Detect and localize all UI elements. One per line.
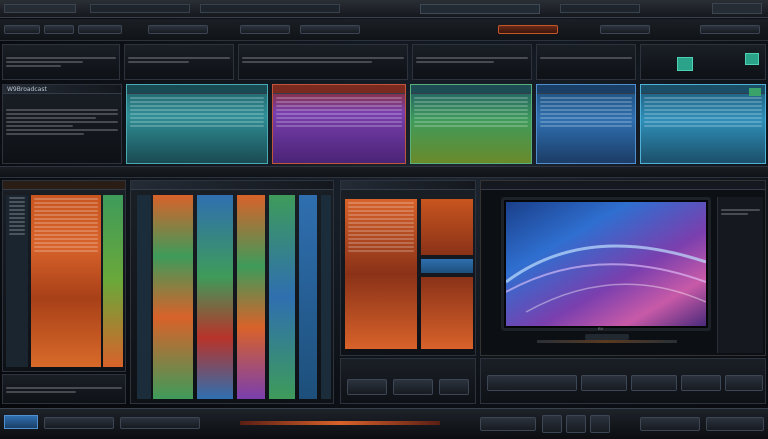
header-panel-6 [640,44,766,80]
screen-swoosh [506,244,706,313]
panel-title: W9Broadcast [3,85,121,94]
schedule-side-list [421,199,473,255]
panel-title [641,85,765,94]
center-mixer-panel [130,180,334,404]
status-indicator [745,53,759,65]
channel-strip[interactable] [137,195,151,399]
channel-strip[interactable] [269,195,295,399]
left-footer-panel [2,374,126,404]
bottom-toolbar [0,408,768,439]
transport-button[interactable] [487,375,577,391]
secondary-toolbar [0,19,768,41]
toolbar-button[interactable] [640,417,700,431]
channel-strip[interactable] [299,195,317,399]
channel-strip[interactable] [153,195,193,399]
transport-button[interactable] [681,375,721,391]
header-panel-5 [536,44,636,80]
preview-thumbnail [421,259,473,273]
transport-button[interactable] [347,379,387,395]
toolbar-button[interactable] [4,25,40,34]
data-panel-teal [126,84,268,164]
section-divider [0,166,768,178]
window-controls[interactable] [712,3,762,14]
schedule-panel [340,180,476,356]
panel-title [537,85,635,94]
transport-panel-2 [480,358,766,404]
toolbar-segment[interactable] [90,4,190,13]
schedule-side-list [421,277,473,349]
panel-title [411,85,531,94]
top-menu-bar [0,0,768,18]
transport-button[interactable] [725,375,763,391]
transport-button[interactable] [393,379,433,395]
toolbar-button[interactable] [240,25,290,34]
toolbar-button[interactable] [700,25,760,34]
toolbar-button[interactable] [480,417,536,431]
data-panel-green [410,84,532,164]
data-panel-purple [272,84,406,164]
data-panel-blue [536,84,636,164]
play-button[interactable] [542,415,562,433]
schedule-grid [345,199,417,349]
level-meter [103,195,123,367]
status-indicator [749,88,761,96]
toolbar-button[interactable] [300,25,360,34]
channel-strip[interactable] [197,195,233,399]
header-panel-4 [412,44,532,80]
monitor-bezel [501,197,711,331]
monitor-side-panel [717,197,763,353]
toolbar-button[interactable] [78,25,122,34]
toolbar-button[interactable] [148,25,208,34]
channel-list [6,195,28,367]
transport-button[interactable] [631,375,677,391]
header-panel-1 [2,44,120,80]
timeline-indicator[interactable] [4,415,38,429]
progress-track[interactable] [240,421,440,425]
toolbar-button[interactable] [590,415,610,433]
channel-strip[interactable] [321,195,331,399]
toolbar-button[interactable] [120,417,200,429]
transport-button[interactable] [439,379,469,395]
toolbar-button[interactable] [566,415,586,433]
panel-title [481,181,765,190]
left-status-panel: W9Broadcast [2,84,122,164]
panel-title [341,181,475,190]
app-title-block [4,4,76,13]
panel-title [273,85,405,94]
channel-grid [31,195,101,367]
toolbar-segment[interactable] [560,4,640,13]
toolbar-segment[interactable] [200,4,340,13]
toolbar-button[interactable] [44,25,74,34]
data-panel-cyan [640,84,766,164]
channel-strip[interactable] [237,195,265,399]
record-button[interactable] [498,25,558,34]
header-panel-3 [238,44,408,80]
panel-title [131,181,333,190]
header-panel-2 [124,44,234,80]
monitor-base [537,340,677,343]
monitor-brand: BV [598,326,604,331]
toolbar-button[interactable] [44,417,114,429]
status-indicator [677,57,693,71]
transport-button[interactable] [581,375,627,391]
toolbar-center-title [420,4,540,14]
toolbar-button[interactable] [706,417,764,431]
monitor-screen [506,202,706,326]
transport-panel-1 [340,358,476,404]
toolbar-button[interactable] [600,25,650,34]
left-channel-panel [2,180,126,372]
monitor-panel: BV [480,180,766,356]
panel-title [3,181,125,190]
panel-title [127,85,267,94]
